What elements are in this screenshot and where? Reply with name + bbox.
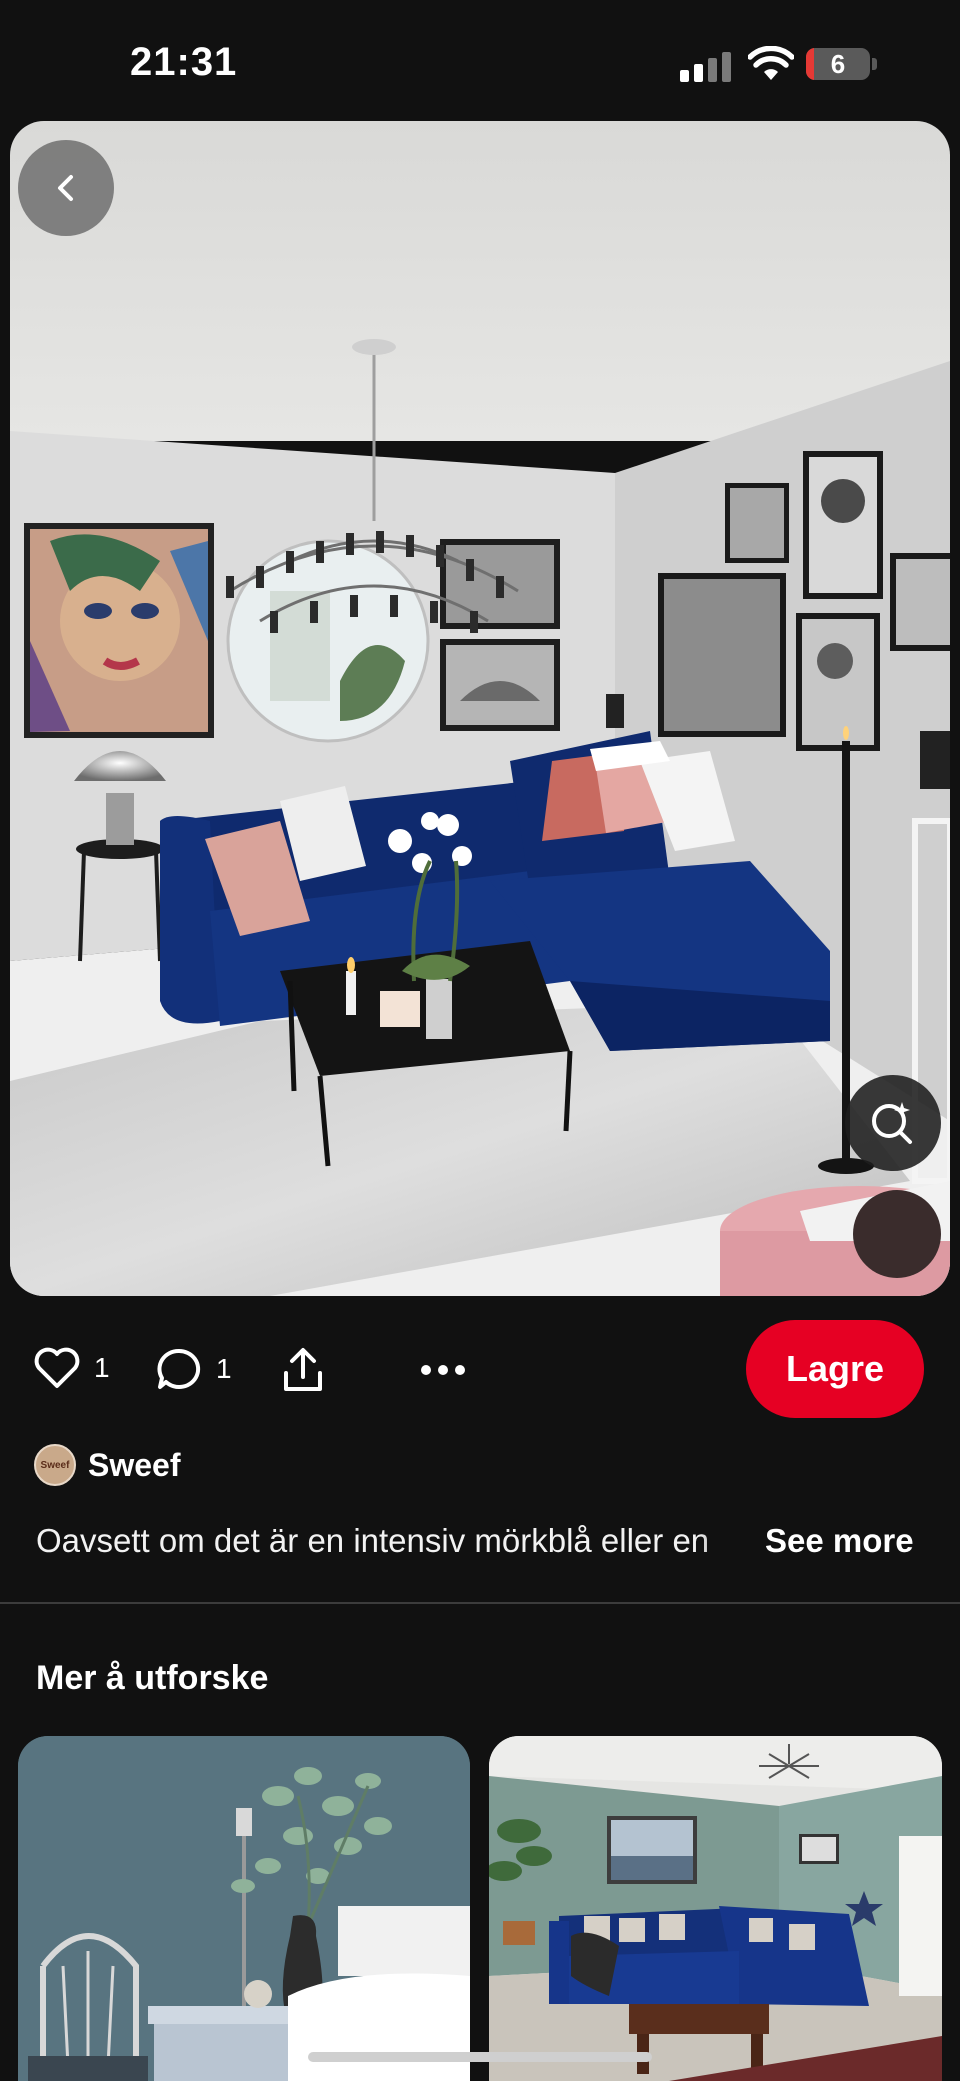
avatar: Sweef — [34, 1444, 76, 1486]
like-button[interactable]: 1 — [34, 1347, 110, 1389]
explore-pin-card[interactable] — [489, 1736, 942, 2081]
pin-description: Oavsett om det är en intensiv mörkblå el… — [36, 1522, 710, 1559]
comment-icon — [157, 1348, 201, 1389]
home-indicator[interactable] — [308, 2052, 652, 2062]
share-button[interactable] — [280, 1347, 326, 1393]
heart-icon — [34, 1347, 80, 1388]
explore-pin-card[interactable] — [18, 1736, 470, 2081]
wifi-icon — [748, 46, 794, 80]
more-options-button[interactable] — [418, 1347, 468, 1393]
share-icon — [284, 1348, 322, 1391]
back-button[interactable] — [18, 140, 114, 236]
pin-image[interactable] — [10, 121, 950, 1296]
likes-count: 1 — [94, 1352, 110, 1383]
comment-button[interactable]: 1 — [156, 1347, 232, 1391]
divider — [0, 1602, 960, 1604]
status-time: 21:31 — [130, 40, 238, 84]
battery-level: 6 — [830, 49, 846, 79]
explore-title: Mer å utforske — [36, 1659, 269, 1697]
more-ideas-button[interactable] — [853, 1190, 941, 1278]
battery-icon: 6 — [806, 48, 870, 80]
more-icon — [421, 1365, 465, 1375]
back-icon — [58, 175, 73, 201]
signal-icon — [680, 52, 734, 82]
see-more-link[interactable]: See more — [765, 1522, 914, 1560]
author[interactable]: Sweef Sweef — [34, 1444, 180, 1486]
visual-search-button[interactable] — [845, 1075, 941, 1171]
visual-search-icon — [872, 1102, 912, 1144]
comments-count: 1 — [216, 1353, 232, 1384]
save-button[interactable]: Lagre — [746, 1320, 924, 1418]
status-bar: 21:31 6 — [0, 0, 960, 120]
author-name: Sweef — [88, 1446, 181, 1483]
